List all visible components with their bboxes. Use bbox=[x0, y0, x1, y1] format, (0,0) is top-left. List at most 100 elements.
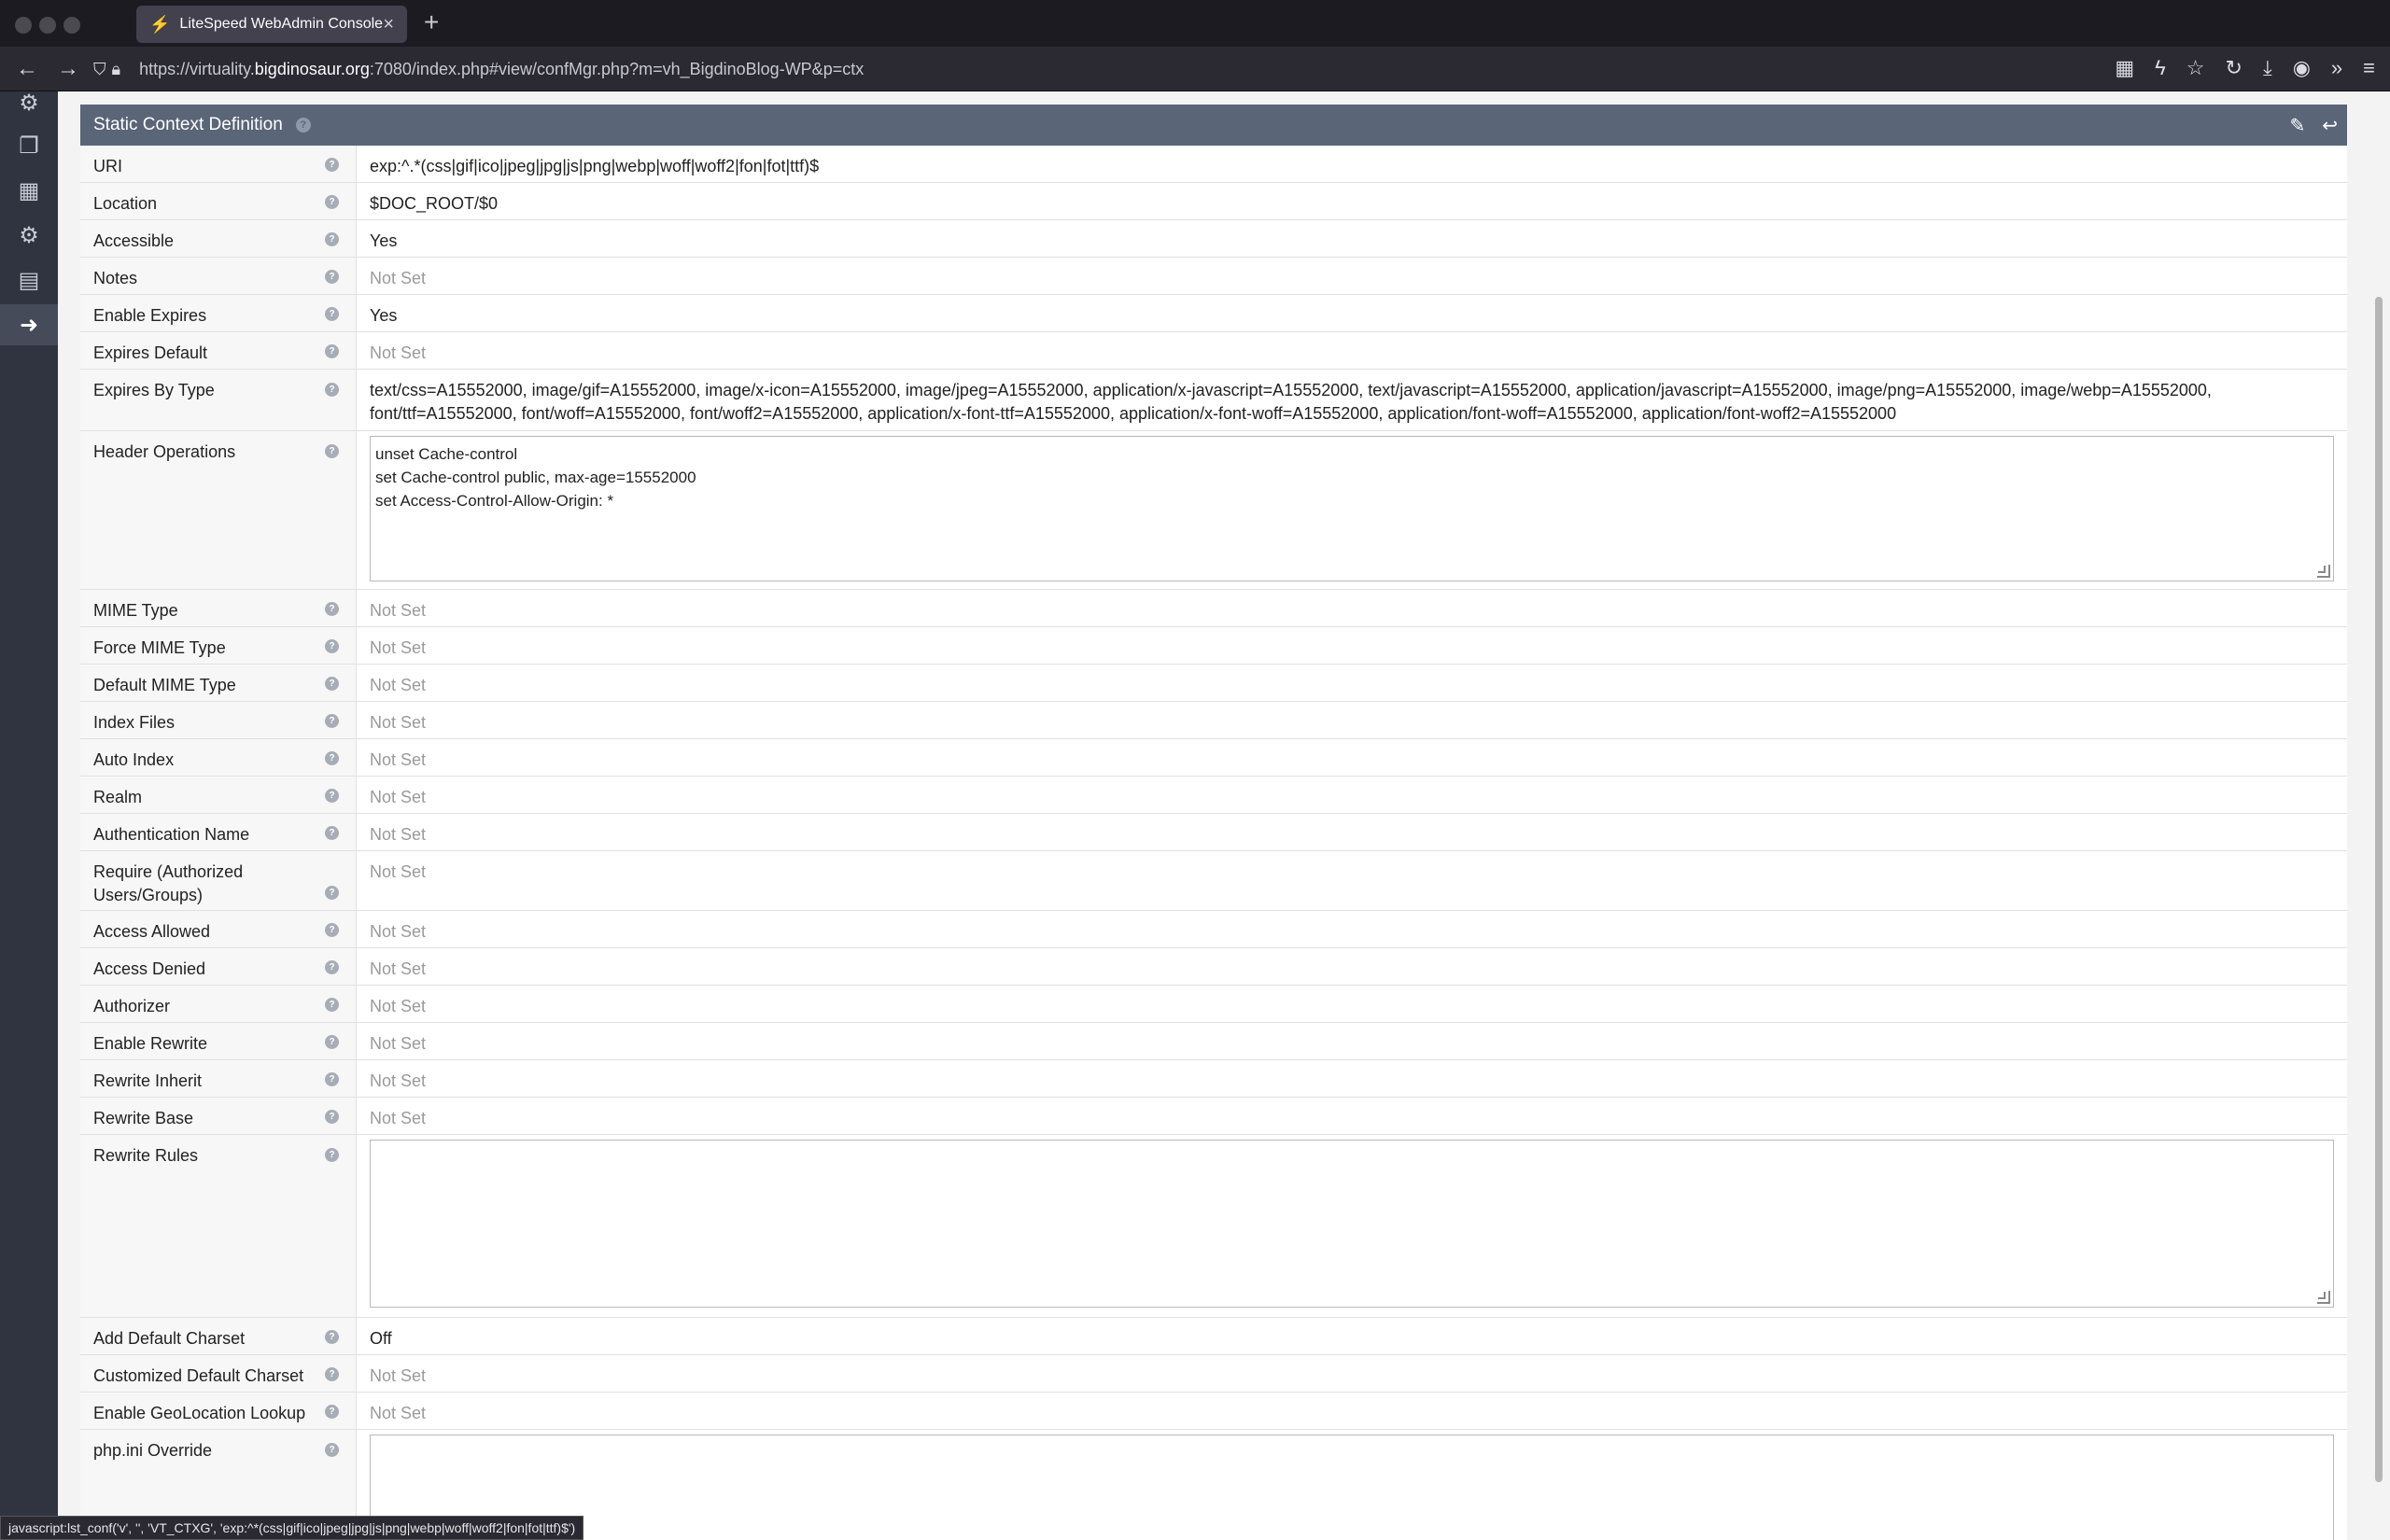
rewrite-rules-textarea[interactable] bbox=[370, 1140, 2334, 1308]
field-label: Auto Index? bbox=[80, 739, 357, 776]
row-require: Require (Authorized Users/Groups)? Not S… bbox=[80, 851, 2347, 911]
download-icon[interactable]: ⤓ bbox=[2263, 56, 2272, 80]
row-index-files: Index Files? Not Set bbox=[80, 702, 2347, 739]
help-icon[interactable]: ? bbox=[325, 195, 339, 209]
label-text: URI bbox=[93, 157, 122, 175]
row-enable-geolocation-lookup: Enable GeoLocation Lookup? Not Set bbox=[80, 1393, 2347, 1430]
bookmark-star-icon[interactable]: ☆ bbox=[2186, 56, 2205, 80]
field-value: Not Set bbox=[370, 1366, 427, 1385]
tab-title: LiteSpeed WebAdmin Console bbox=[179, 16, 384, 32]
label-text: Require (Authorized Users/Groups) bbox=[93, 862, 244, 904]
help-icon[interactable]: ? bbox=[325, 714, 339, 728]
field-label: Accessible? bbox=[80, 220, 357, 257]
window-close-button[interactable] bbox=[15, 17, 32, 34]
field-value: Not Set bbox=[370, 638, 427, 657]
help-icon[interactable]: ? bbox=[325, 1443, 339, 1457]
help-icon[interactable]: ? bbox=[325, 602, 339, 616]
help-icon[interactable]: ? bbox=[325, 886, 339, 900]
apps-grid-icon[interactable]: ▦ bbox=[0, 170, 58, 211]
label-text: Access Allowed bbox=[93, 922, 211, 941]
row-expires-default: Expires Default? Not Set bbox=[80, 332, 2347, 370]
browser-tab[interactable]: ⚡ LiteSpeed WebAdmin Console × bbox=[136, 6, 407, 43]
help-icon[interactable]: ? bbox=[325, 960, 339, 974]
label-text: Authentication Name bbox=[93, 825, 250, 844]
help-icon[interactable]: ? bbox=[325, 639, 339, 653]
field-value: exp:^.*(css|gif|ico|jpeg|jpg|js|png|webp… bbox=[370, 157, 820, 175]
field-label: Authorizer? bbox=[80, 986, 357, 1022]
back-icon[interactable]: ↩ bbox=[2322, 114, 2338, 137]
lock-icon[interactable]: ⛉🔒︎ bbox=[93, 60, 126, 79]
label-text: Force MIME Type bbox=[93, 638, 226, 657]
row-rewrite-base: Rewrite Base? Not Set bbox=[80, 1098, 2347, 1135]
overflow-chevron-icon[interactable]: » bbox=[2331, 56, 2342, 80]
header-operations-textarea[interactable]: unset Cache-control set Cache-control pu… bbox=[370, 436, 2334, 581]
new-tab-button[interactable]: + bbox=[424, 7, 439, 37]
help-icon[interactable]: ? bbox=[325, 923, 339, 937]
field-label: Access Allowed? bbox=[80, 911, 357, 947]
help-icon[interactable]: ? bbox=[325, 998, 339, 1012]
vertical-scrollbar[interactable] bbox=[2368, 91, 2390, 1540]
help-icon[interactable]: ? bbox=[325, 1148, 339, 1162]
field-label: Header Operations? bbox=[80, 431, 357, 589]
virtual-hosts-icon[interactable]: ❐ bbox=[0, 125, 58, 166]
reload-icon[interactable]: ↻ bbox=[2226, 56, 2242, 80]
menu-icon[interactable]: ≡ bbox=[2363, 56, 2375, 80]
address-bar[interactable]: ⛉🔒︎ https://virtuality. bigdinosaur.org:7… bbox=[93, 54, 2054, 84]
resize-handle[interactable] bbox=[2317, 1291, 2330, 1304]
help-icon[interactable]: ? bbox=[325, 677, 339, 691]
field-value: Not Set bbox=[370, 788, 427, 806]
help-icon[interactable]: ? bbox=[325, 383, 339, 397]
label-text: Index Files bbox=[93, 713, 176, 732]
extension-icon[interactable]: ◉ bbox=[2293, 56, 2311, 80]
help-icon[interactable]: ? bbox=[325, 1110, 339, 1124]
help-icon[interactable]: ? bbox=[325, 1367, 339, 1381]
scrollbar-thumb[interactable] bbox=[2375, 297, 2383, 1482]
label-text: Expires By Type bbox=[93, 381, 215, 399]
field-label: Enable Rewrite? bbox=[80, 1023, 357, 1059]
help-icon[interactable]: ? bbox=[325, 270, 339, 284]
resize-handle[interactable] bbox=[2317, 565, 2330, 578]
field-value: Not Set bbox=[370, 997, 427, 1015]
help-icon[interactable]: ? bbox=[325, 1405, 339, 1419]
help-icon[interactable]: ? bbox=[325, 344, 339, 358]
forward-arrow-icon[interactable]: → bbox=[54, 56, 82, 82]
window-minimize-button[interactable] bbox=[39, 17, 56, 34]
row-customized-default-charset: Customized Default Charset? Not Set bbox=[80, 1355, 2347, 1393]
help-icon[interactable]: ? bbox=[325, 826, 339, 840]
logout-arrow-icon[interactable]: ➜ bbox=[0, 304, 58, 345]
help-icon[interactable]: ? bbox=[325, 1072, 339, 1086]
help-icon[interactable]: ? bbox=[325, 444, 339, 458]
edit-icon[interactable]: ✎ bbox=[2289, 114, 2305, 137]
help-icon[interactable]: ? bbox=[325, 158, 339, 172]
help-icon[interactable]: ? bbox=[325, 751, 339, 765]
label-text: Accessible bbox=[93, 231, 175, 250]
window-zoom-button[interactable] bbox=[63, 17, 80, 34]
field-value: Not Set bbox=[370, 1034, 427, 1053]
field-label: Authentication Name? bbox=[80, 814, 357, 850]
bolt-extension-icon[interactable]: ϟ bbox=[2155, 56, 2166, 80]
docs-book-icon[interactable]: ▤ bbox=[0, 259, 58, 301]
help-icon[interactable]: ? bbox=[325, 1330, 339, 1344]
help-icon[interactable]: ? bbox=[325, 307, 339, 321]
row-accessible: Accessible? Yes bbox=[80, 220, 2347, 258]
field-value: Not Set bbox=[370, 922, 427, 941]
php-ini-override-textarea[interactable] bbox=[370, 1435, 2334, 1540]
label-text: Rewrite Base bbox=[93, 1109, 194, 1127]
url-prefix: https://virtuality. bbox=[139, 59, 255, 78]
help-icon[interactable]: ? bbox=[325, 1035, 339, 1049]
back-arrow-icon[interactable]: ← bbox=[13, 56, 41, 82]
help-icon[interactable]: ? bbox=[325, 789, 339, 803]
row-realm: Realm? Not Set bbox=[80, 777, 2347, 814]
qr-icon[interactable]: ▦ bbox=[2115, 56, 2134, 80]
dashboard-icon[interactable]: ⚙︎ bbox=[0, 82, 58, 123]
field-label: Access Denied? bbox=[80, 948, 357, 985]
label-text: Customized Default Charset bbox=[93, 1366, 304, 1385]
help-icon[interactable]: ? bbox=[325, 232, 339, 246]
help-icon[interactable]: ? bbox=[295, 118, 311, 133]
close-tab-icon[interactable]: × bbox=[383, 14, 394, 35]
settings-gear-icon[interactable]: ⚙ bbox=[0, 215, 58, 256]
field-value: text/css=A15552000, image/gif=A15552000,… bbox=[370, 381, 2212, 423]
label-text: Default MIME Type bbox=[93, 676, 236, 694]
label-text: Expires Default bbox=[93, 343, 208, 362]
field-label: URI? bbox=[80, 146, 357, 182]
